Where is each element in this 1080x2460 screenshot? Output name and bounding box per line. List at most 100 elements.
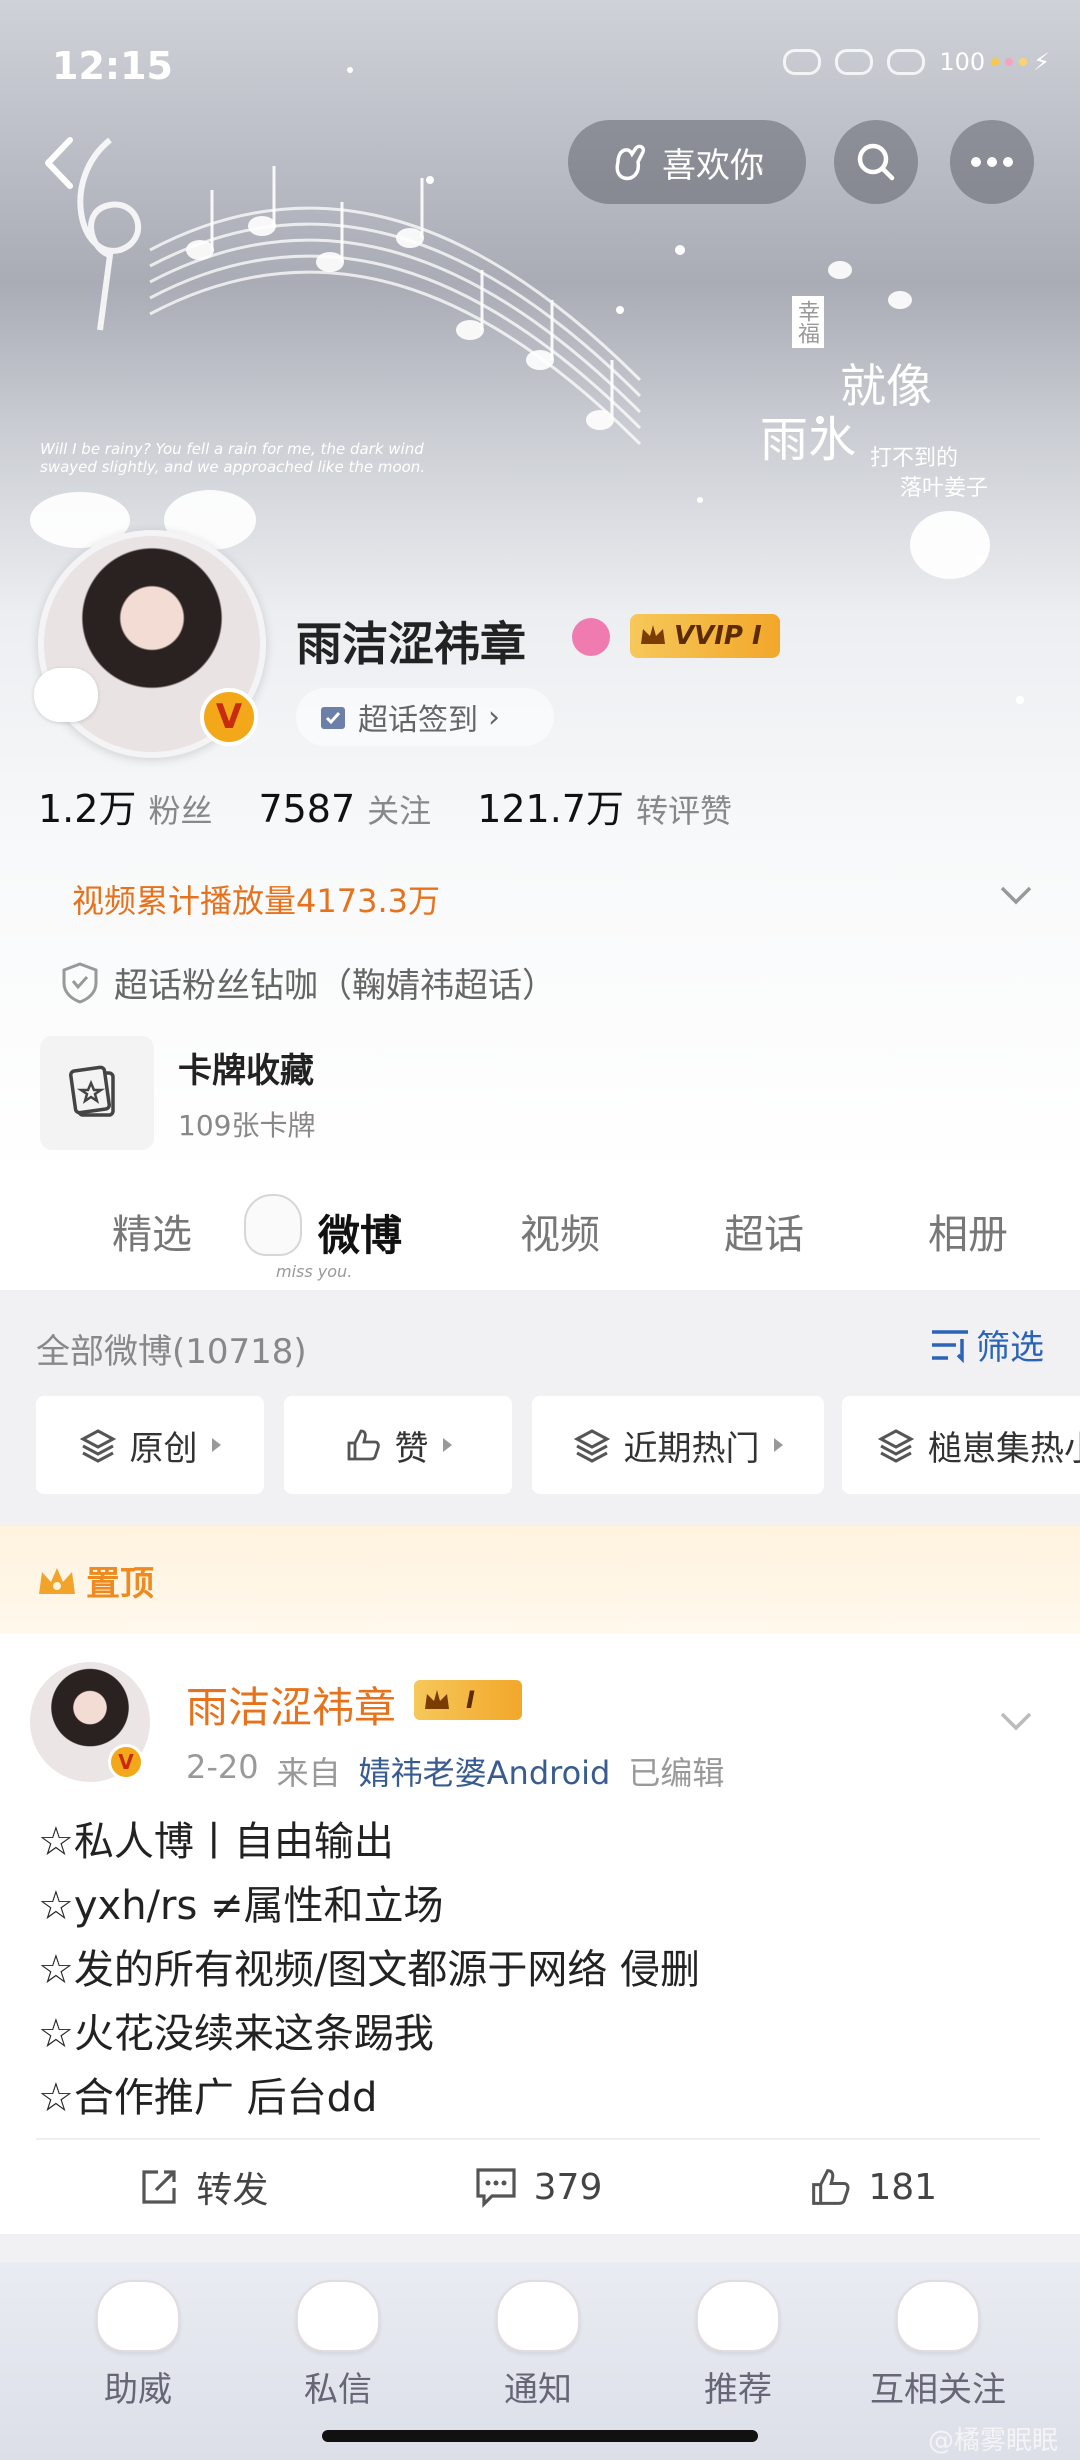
post-from-label: 来自 <box>276 1754 341 1792</box>
banner-art-text-2: 雨水 <box>760 412 857 468</box>
super-topic-checkin-button[interactable]: 超话签到 › <box>296 688 554 746</box>
card-collection-count: 109张卡牌 <box>178 1108 316 1142</box>
mascot-icon <box>696 2280 780 2352</box>
filter-icon <box>932 1329 968 1363</box>
status-time: 12:15 <box>52 44 173 88</box>
banner-art-text-3: 打不到的 <box>870 446 959 471</box>
chip-original[interactable]: 原创 <box>36 1396 264 1494</box>
video-play-count: 视频累计播放量4173.3万 <box>72 882 440 920</box>
nav-mutual-follow[interactable]: 互相关注 <box>848 2280 1028 2411</box>
post-actions: 转发 379 181 <box>36 2138 1040 2234</box>
post-line: ☆火花没续来这条踢我 <box>38 2011 434 2057</box>
tab-album[interactable]: 相册 <box>928 1202 1008 1260</box>
card-collection[interactable]: 卡牌收藏 109张卡牌 <box>40 1036 315 1150</box>
chevron-left-icon <box>45 137 73 189</box>
repost-button[interactable]: 转发 <box>36 2161 371 2213</box>
pinned-text: 置顶 <box>86 1564 154 1604</box>
share-icon <box>142 2170 176 2204</box>
banner-english-poem: Will I be rainy? You fell a rain for me,… <box>40 440 426 476</box>
chip-recent-hot[interactable]: 近期热门 <box>532 1396 824 1494</box>
post-vip-badge: I <box>414 1680 522 1720</box>
chip-liked[interactable]: 赞 <box>284 1396 512 1494</box>
nav-notifications-label: 通知 <box>504 2370 572 2410</box>
feed-count: 全部微博(10718) <box>36 1332 307 1372</box>
vip-label: VVIP I <box>674 621 762 651</box>
search-button[interactable] <box>834 120 918 204</box>
chip-recent-hot-label: 近期热门 <box>623 1428 760 1469</box>
like-button[interactable]: 181 <box>705 2166 1040 2208</box>
comment-icon <box>476 2168 516 2208</box>
post-line: ☆发的所有视频/图文都源于网络 侵删 <box>38 1947 701 1993</box>
shield-icon <box>62 961 98 1004</box>
chevron-down-icon[interactable] <box>996 1706 1036 1736</box>
tab-weibo[interactable]: 微博 <box>318 1202 402 1263</box>
nav-mutual-follow-label: 互相关注 <box>870 2370 1006 2410</box>
pinned-post[interactable]: V 雨洁涩祎章 I 2-20 来自 婧祎老婆Android 已编辑 ☆私人博丨自… <box>0 1634 1080 2234</box>
tab-featured[interactable]: 精选 <box>112 1202 192 1260</box>
calendar-check-icon <box>321 707 345 729</box>
superfan-label: 超话粉丝钻咖（鞠婧祎超话） <box>114 966 556 1006</box>
post-source[interactable]: 婧祎老婆Android <box>359 1748 611 1794</box>
like-you-label: 喜欢你 <box>662 145 764 186</box>
stat-following[interactable]: 7587 关注 <box>258 786 431 832</box>
wifi-icon <box>887 49 926 75</box>
stat-followers[interactable]: 1.2万 粉丝 <box>38 778 212 833</box>
tab-video[interactable]: 视频 <box>520 1202 600 1260</box>
nav-notifications[interactable]: 通知 <box>448 2280 628 2411</box>
status-icons: 100 ⚡ <box>783 48 1050 76</box>
card-collection-title: 卡牌收藏 <box>178 1050 314 1091</box>
chip-original-label: 原创 <box>129 1428 198 1469</box>
nav-cheer-label: 助威 <box>104 2370 172 2410</box>
crown-icon <box>425 1690 449 1709</box>
card-collection-icon <box>40 1036 154 1150</box>
expand-chevron-icon[interactable] <box>996 880 1036 910</box>
repost-label: 转发 <box>196 2170 269 2211</box>
cloud-icon <box>783 49 822 75</box>
mascot-icon <box>496 2280 580 2352</box>
layers-icon <box>878 1429 914 1463</box>
post-line: ☆合作推广 后台dd <box>38 2075 378 2121</box>
post-body: ☆私人博丨自由输出 ☆yxh/rs ≠属性和立场 ☆发的所有视频/图文都源于网络… <box>38 1810 700 2130</box>
post-author-name[interactable]: 雨洁涩祎章 <box>186 1674 396 1735</box>
checkin-label: 超话签到 <box>358 703 478 738</box>
filter-label: 筛选 <box>976 1328 1044 1368</box>
home-indicator[interactable] <box>322 2430 758 2442</box>
nav-cheer[interactable]: 助威 <box>48 2280 228 2411</box>
like-you-button[interactable]: 喜欢你 <box>568 120 806 204</box>
stat-engagement[interactable]: 121.7万 转评赞 <box>477 778 732 833</box>
nav-messages[interactable]: 私信 <box>248 2280 428 2411</box>
superfan-info[interactable]: 超话粉丝钻咖（鞠婧祎超话） <box>60 958 556 1007</box>
more-dots-icon <box>971 157 1013 167</box>
vip-badge[interactable]: VVIP I <box>630 614 780 658</box>
mascot-icon <box>896 2280 980 2352</box>
filter-button[interactable]: 筛选 <box>930 1320 1044 1369</box>
battery-level: 100 <box>939 48 986 76</box>
back-button[interactable] <box>30 128 90 198</box>
tab-super-topic[interactable]: 超话 <box>724 1202 804 1260</box>
thumbs-up-icon <box>347 1429 380 1461</box>
chip-liked-label: 赞 <box>394 1428 429 1469</box>
nav-recommend[interactable]: 推荐 <box>648 2280 828 2411</box>
post-meta: 2-20 来自 婧祎老婆Android 已编辑 <box>186 1748 724 1794</box>
nav-messages-label: 私信 <box>304 2370 372 2410</box>
chip-collection-label: 槌崽集热小 <box>928 1428 1080 1469</box>
stat-following-number: 7587 <box>258 787 356 831</box>
comment-button[interactable]: 379 <box>371 2166 706 2208</box>
chip-collection[interactable]: 槌崽集热小 <box>842 1396 1080 1494</box>
more-button[interactable] <box>950 120 1034 204</box>
stat-engagement-number: 121.7万 <box>477 787 624 831</box>
mascot-icon <box>296 2280 380 2352</box>
battery-indicator: 100 ⚡ <box>939 48 1050 76</box>
post-edited: 已编辑 <box>628 1754 725 1792</box>
profile-username: 雨洁涩祎章 <box>296 617 526 671</box>
mascot-icon <box>96 2280 180 2352</box>
post-line: ☆yxh/rs ≠属性和立场 <box>38 1883 444 1929</box>
crown-icon <box>39 1567 75 1594</box>
pinned-label: 置顶 <box>36 1556 154 1605</box>
verified-badge: V <box>200 688 258 746</box>
chat-icon <box>835 49 874 75</box>
mascot-icon <box>244 1194 302 1256</box>
status-bar: 12:15 100 ⚡ <box>0 0 1080 130</box>
thumbs-up-icon <box>812 2169 850 2205</box>
profile-stats: 1.2万 粉丝 7587 关注 121.7万 转评赞 <box>38 778 732 833</box>
